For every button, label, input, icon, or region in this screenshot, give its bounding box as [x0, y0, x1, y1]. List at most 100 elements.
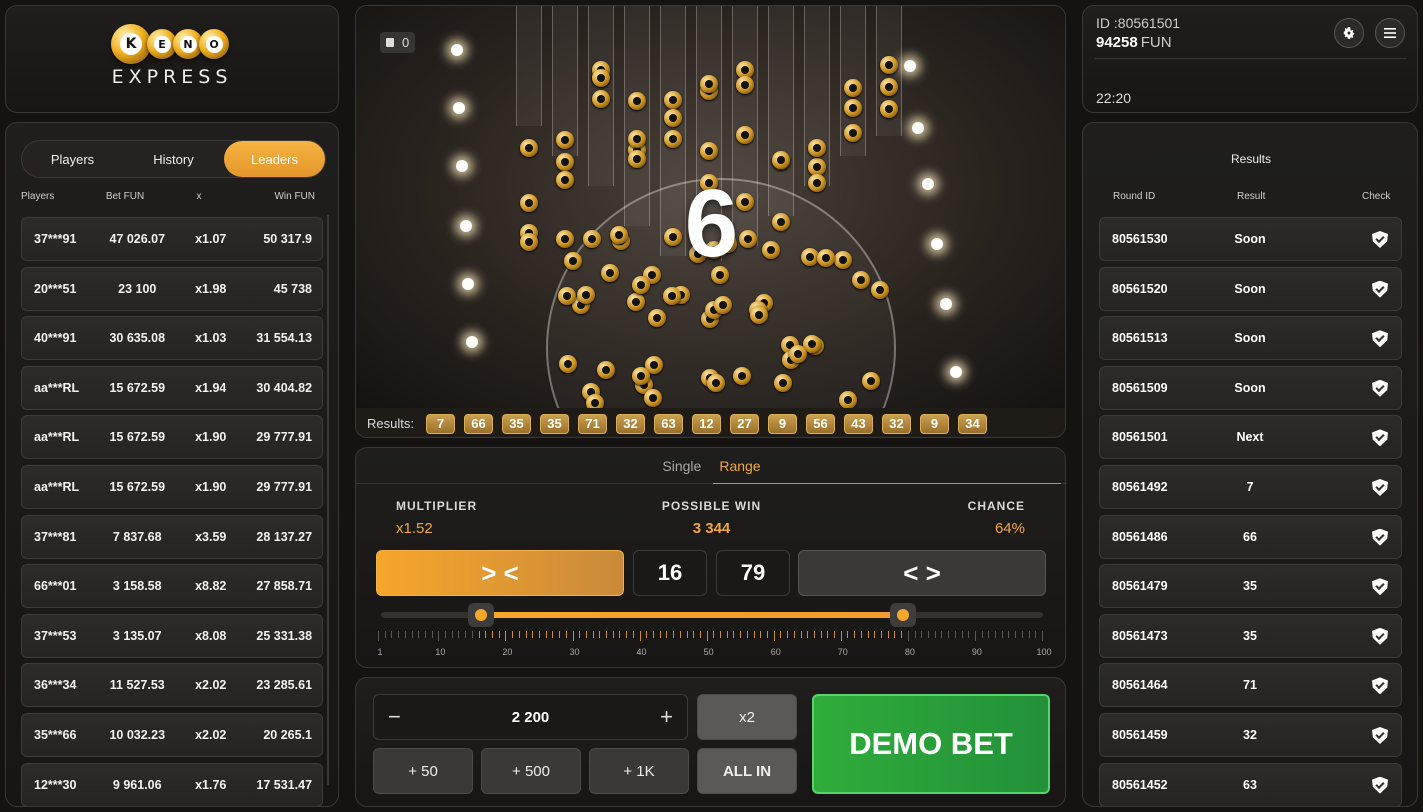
player-multiplier: x1.07 — [195, 232, 227, 246]
tab-players[interactable]: Players — [22, 141, 123, 177]
possible-win-label: POSSIBLE WIN — [661, 499, 762, 513]
round-result: 71 — [1243, 678, 1257, 693]
chance-value: 64% — [994, 520, 1025, 537]
bet-amount-value[interactable]: 2 200 — [512, 709, 550, 726]
round-id: 80561473 — [1112, 628, 1168, 643]
player-name: 20***51 — [34, 281, 77, 296]
player-win: 31 554.13 — [256, 331, 313, 346]
round-id: 80561520 — [1112, 281, 1168, 296]
player-bet: 10 032.23 — [109, 728, 166, 742]
player-name: 37***53 — [34, 628, 77, 643]
mode-tabs: Single Range — [356, 448, 1067, 484]
player-multiplier: x2.02 — [195, 678, 227, 693]
player-name: aa***RL — [34, 480, 80, 494]
table-row: 20***51 23 100 x1.98 45 738 — [21, 266, 323, 311]
tick-label: 20 — [502, 647, 513, 657]
shield-check-icon[interactable] — [1372, 677, 1388, 695]
shield-check-icon[interactable] — [1372, 231, 1388, 248]
player-win: 27 858.71 — [256, 579, 313, 594]
round-id: 80561479 — [1112, 579, 1168, 594]
logo-ball-k: K — [111, 24, 151, 64]
round-result: 32 — [1243, 728, 1257, 742]
logo-ball-o: O — [199, 29, 229, 59]
table-row: 37***81 7 837.68 x3.59 28 137.27 — [21, 514, 323, 559]
players-table-header: Players Bet FUN x Win FUN — [21, 191, 326, 202]
player-multiplier: x1.03 — [195, 331, 227, 346]
logo-express-text: EXPRESS — [111, 66, 233, 88]
round-id: 80561464 — [1112, 678, 1168, 693]
result-chip: 43 — [843, 413, 873, 434]
tab-history[interactable]: History — [123, 141, 224, 177]
round-id: 80561513 — [1112, 331, 1168, 346]
players-tabs: Players History Leaders — [21, 140, 326, 178]
table-row: 36***34 11 527.53 x2.02 23 285.61 — [21, 663, 323, 708]
table-row: 40***91 30 635.08 x1.03 31 554.13 — [21, 316, 323, 361]
range-slider-fill — [481, 612, 903, 618]
player-win: 29 777.91 — [256, 430, 313, 445]
shield-check-icon[interactable] — [1372, 727, 1388, 744]
result-chip: 35 — [539, 413, 569, 434]
shield-check-icon[interactable] — [1372, 330, 1388, 348]
add-50-button[interactable]: + 50 — [373, 748, 473, 794]
player-multiplier: x8.08 — [195, 628, 227, 643]
menu-button[interactable] — [1375, 18, 1405, 48]
increase-bet-button[interactable]: + — [660, 704, 673, 730]
outside-range-button[interactable]: < > — [798, 550, 1046, 596]
shield-check-icon[interactable] — [1372, 429, 1388, 447]
shield-check-icon[interactable] — [1372, 528, 1388, 546]
player-name: 35***66 — [34, 728, 77, 742]
players-scrollbar[interactable] — [327, 215, 329, 785]
tick-label: 50 — [703, 647, 714, 657]
player-win: 45 738 — [273, 281, 313, 296]
all-in-button[interactable]: ALL IN — [697, 748, 797, 794]
player-multiplier: x3.59 — [195, 529, 227, 544]
tab-leaders[interactable]: Leaders — [224, 141, 325, 177]
tick-label: 10 — [435, 647, 446, 657]
player-name: aa***RL — [34, 430, 80, 445]
result-chip: 63 — [653, 413, 683, 434]
decrease-bet-button[interactable]: − — [388, 704, 401, 730]
table-row: 80561459 32 — [1099, 713, 1402, 757]
account-divider — [1095, 58, 1407, 59]
round-result: 63 — [1243, 777, 1257, 792]
tick-label: 30 — [569, 647, 580, 657]
table-row: 37***91 47 026.07 x1.07 50 317.9 — [21, 217, 323, 261]
demo-bet-button[interactable]: DEMO BET — [812, 694, 1050, 794]
add-500-button[interactable]: + 500 — [481, 748, 581, 794]
settings-button[interactable] — [1334, 18, 1364, 48]
result-chip: 32 — [615, 413, 645, 434]
range-to-value[interactable]: 79 — [716, 550, 790, 596]
shield-check-icon[interactable] — [1372, 479, 1388, 496]
range-from-value[interactable]: 16 — [633, 550, 707, 596]
shield-check-icon[interactable] — [1372, 379, 1388, 397]
player-bet: 3 158.58 — [112, 579, 162, 594]
add-1k-button[interactable]: + 1K — [589, 748, 689, 794]
tab-range[interactable]: Range — [713, 458, 1063, 484]
inside-range-button[interactable]: > < — [376, 550, 624, 596]
tab-single[interactable]: Single — [662, 458, 701, 474]
gear-icon — [1343, 27, 1355, 39]
player-bet: 47 026.07 — [109, 232, 166, 246]
player-name: 66***01 — [34, 579, 77, 594]
shield-check-icon[interactable] — [1372, 280, 1388, 298]
shield-check-icon[interactable] — [1372, 627, 1388, 645]
round-result: 35 — [1243, 628, 1257, 643]
shield-check-icon[interactable] — [1372, 776, 1388, 794]
player-bet: 11 527.53 — [109, 678, 165, 693]
player-bet: 15 672.59 — [109, 380, 166, 395]
player-win: 28 137.27 — [256, 529, 313, 544]
player-multiplier: x1.98 — [195, 281, 227, 296]
player-name: 37***91 — [34, 232, 77, 246]
round-result: Soon — [1234, 281, 1266, 296]
result-chip: 56 — [805, 413, 835, 434]
shield-check-icon[interactable] — [1372, 578, 1388, 596]
range-slider-low-handle[interactable] — [468, 603, 495, 627]
tickets-counter[interactable]: 0 — [380, 32, 416, 53]
range-panel: Single Range MULTIPLIER x1.52 POSSIBLE W… — [355, 447, 1067, 668]
table-row: 80561530 Soon — [1099, 217, 1402, 261]
double-bet-button[interactable]: x2 — [697, 694, 797, 740]
col-x: x — [196, 191, 202, 202]
range-slider-high-handle[interactable] — [889, 603, 916, 627]
round-id: 80561492 — [1112, 480, 1168, 494]
tick-label: 100 — [1036, 647, 1052, 657]
